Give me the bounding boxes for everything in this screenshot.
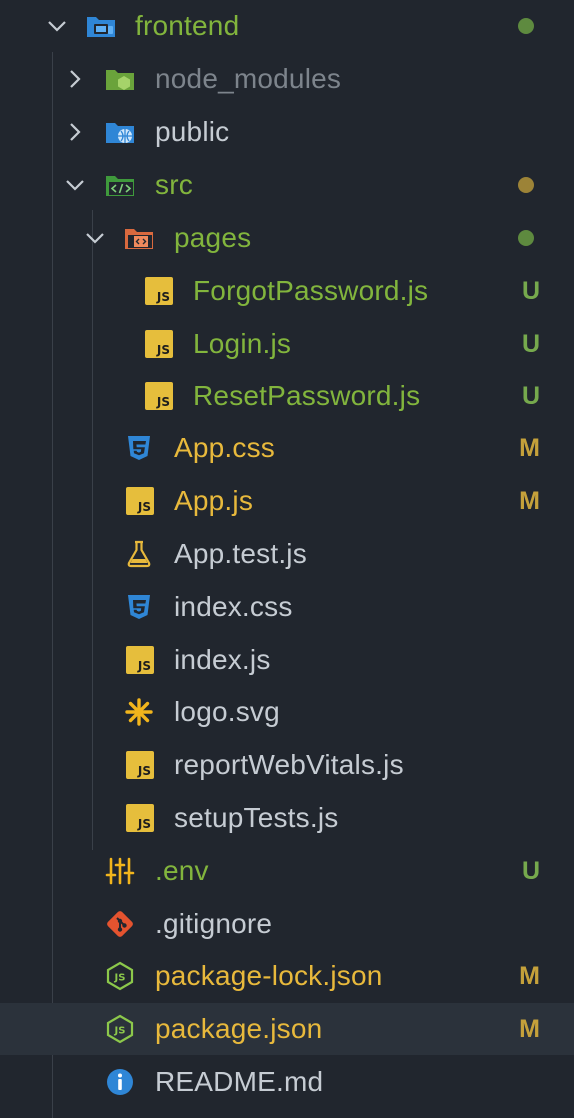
git-status-badge: M [519,434,540,462]
tree-label: App.css [174,432,275,463]
css-icon [128,595,150,619]
svg-text:JS: JS [114,1026,126,1037]
folder-frontend-icon [87,17,115,37]
folder-public-icon [106,123,134,143]
tree-row-app-css[interactable]: App.css M [0,422,574,474]
modified-dot [518,177,534,193]
folder-pages-icon [125,229,153,249]
tree-label: src [155,169,193,200]
tree-row-login[interactable]: JS Login.js U [0,318,574,370]
chevron-right-icon [70,123,81,141]
tree-label: index.css [174,591,293,622]
git-status-badge: U [521,330,540,358]
git-status-badge: U [521,382,540,410]
tree-label: README.md [155,1066,324,1097]
svg-asterisk-icon [125,698,153,726]
tree-row-logo-svg[interactable]: logo.svg [0,686,574,738]
git-icon [107,911,133,937]
tree-row-reset-password[interactable]: JS ResetPassword.js U [0,370,574,422]
tree-label: package.json [155,1013,323,1044]
tree-row-frontend[interactable]: frontend [0,0,574,52]
chevron-down-icon [48,21,66,32]
tree-row-node-modules[interactable]: node_modules [0,53,574,105]
tree-label: .gitignore [155,908,273,939]
tree-label: App.test.js [174,538,307,569]
tree-row-pages[interactable]: pages [0,212,574,264]
tree-label: frontend [135,10,240,41]
tree-label: logo.svg [174,696,280,727]
js-icon: JS [145,382,173,410]
tree-row-app-test-js[interactable]: App.test.js [0,528,574,580]
js-icon: JS [126,646,154,674]
tree-label: index.js [174,644,271,675]
css-icon [128,436,150,460]
tree-row-package-json[interactable]: JS package.json M [0,1003,574,1055]
test-flask-icon [127,540,151,568]
tree-row-readme[interactable]: README.md [0,1056,574,1108]
tree-row-forgot-password[interactable]: JS ForgotPassword.js U [0,265,574,317]
tree-row-env[interactable]: .env U [0,845,574,897]
tree-label: package-lock.json [155,960,383,991]
js-icon: JS [145,277,173,305]
git-status-badge: M [519,1015,540,1043]
tree-label: setupTests.js [174,802,339,833]
tree-row-report-web-vitals[interactable]: JS reportWebVitals.js [0,739,574,791]
modified-dot [518,18,534,34]
js-icon: JS [126,487,154,515]
git-status-badge: U [521,857,540,885]
tree-label: node_modules [155,63,342,94]
nodejs-icon: JS [106,961,134,991]
tree-row-index-css[interactable]: index.css [0,581,574,633]
git-status-badge: U [521,277,540,305]
tree-label: reportWebVitals.js [174,749,404,780]
modified-dot [518,230,534,246]
tree-row-app-js[interactable]: JS App.js M [0,475,574,527]
chevron-down-icon [86,233,104,244]
js-icon: JS [145,330,173,358]
svg-text:JS: JS [114,973,126,984]
tree-label: Login.js [193,328,292,359]
folder-node-icon [106,70,134,90]
git-status-badge: M [519,487,540,515]
nodejs-icon: JS [106,1014,134,1044]
git-status-badge: M [519,962,540,990]
info-icon [107,1069,133,1095]
tree-row-setup-tests[interactable]: JS setupTests.js [0,792,574,844]
tree-label: pages [174,222,252,253]
chevron-right-icon [70,70,81,88]
tree-row-src[interactable]: src [0,159,574,211]
env-sliders-icon [105,857,135,885]
js-icon: JS [126,804,154,832]
tree-row-index-js[interactable]: JS index.js [0,634,574,686]
tree-row-gitignore[interactable]: .gitignore [0,898,574,950]
tree-label: ResetPassword.js [193,380,421,411]
tree-label: ForgotPassword.js [193,275,429,306]
tree-row-package-lock[interactable]: JS package-lock.json M [0,950,574,1002]
tree-label: App.js [174,485,254,516]
folder-src-icon [106,176,134,196]
tree-label: public [155,116,230,147]
tree-row-public[interactable]: public [0,106,574,158]
chevron-down-icon [66,180,84,191]
js-icon: JS [126,751,154,779]
tree-label: .env [155,855,209,886]
